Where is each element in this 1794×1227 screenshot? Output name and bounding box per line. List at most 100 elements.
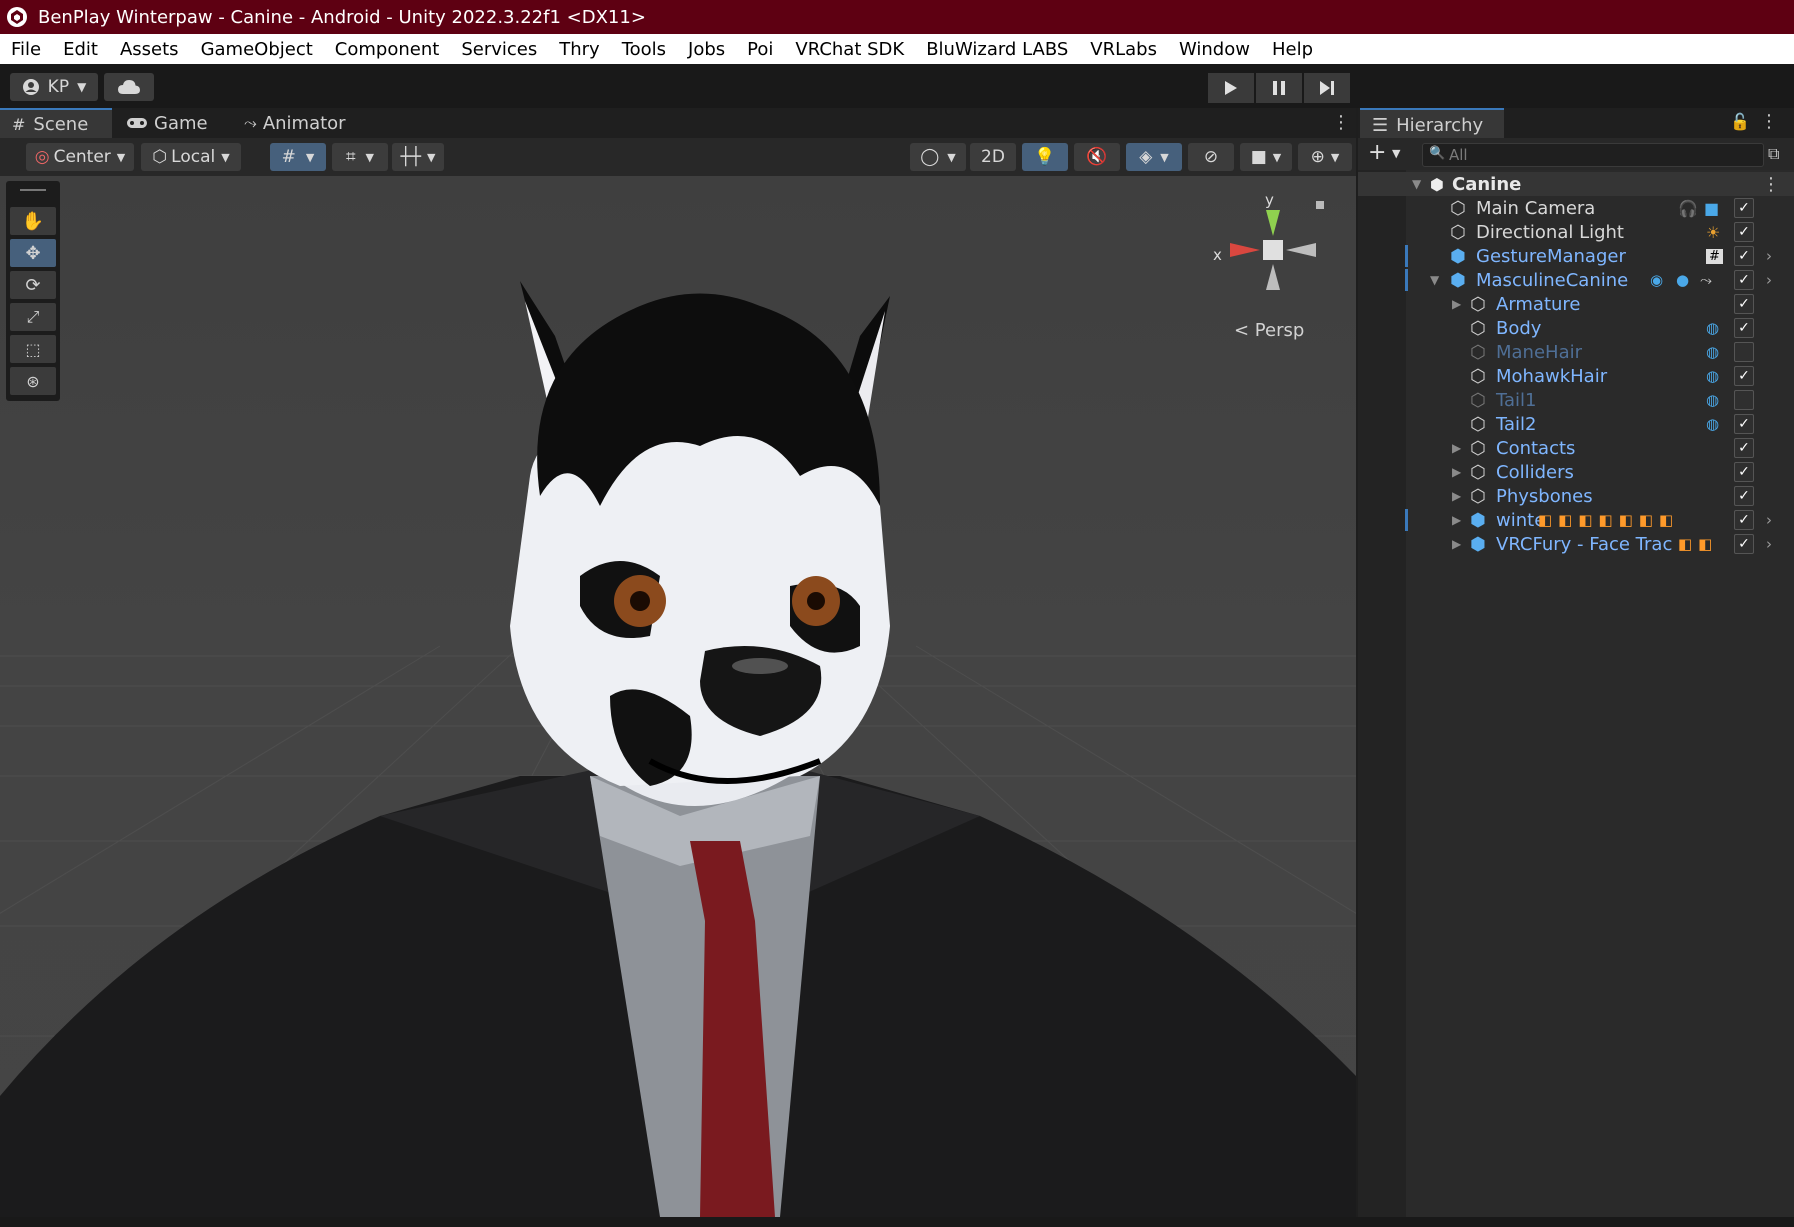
- hierarchy-item-body[interactable]: ⬡ Body ◍ ✓: [1358, 316, 1794, 340]
- ruler-button[interactable]: ┼┼ ▼: [392, 143, 444, 171]
- menu-services[interactable]: Services: [450, 39, 548, 60]
- grid-snap-toggle[interactable]: # ▼: [270, 143, 326, 171]
- active-checkbox[interactable]: ✓: [1734, 366, 1754, 386]
- chevron-right-icon[interactable]: ›: [1766, 535, 1772, 553]
- neg-y-axis-cone[interactable]: [1266, 264, 1280, 290]
- y-axis-cone[interactable]: [1266, 210, 1280, 236]
- step-button[interactable]: [1304, 73, 1350, 103]
- chevron-right-icon[interactable]: ›: [1766, 247, 1772, 265]
- hierarchy-item-tail2[interactable]: ⬡ Tail2 ◍ ✓: [1358, 412, 1794, 436]
- scene-row[interactable]: ▼ ⬢ Canine ⋮: [1358, 172, 1794, 196]
- tab-scene[interactable]: # Scene: [0, 108, 112, 138]
- menu-jobs[interactable]: Jobs: [677, 39, 736, 60]
- space-dropdown[interactable]: ⬡ Local ▼: [141, 143, 241, 171]
- hierarchy-item-contacts[interactable]: ▶ ⬡ Contacts ✓: [1358, 436, 1794, 460]
- neg-x-axis-cone[interactable]: [1286, 243, 1316, 257]
- 2d-toggle[interactable]: 2D: [970, 143, 1016, 171]
- menu-vrchat-sdk[interactable]: VRChat SDK: [784, 39, 915, 60]
- active-checkbox[interactable]: ✓: [1734, 438, 1754, 458]
- cloud-button[interactable]: [104, 73, 154, 101]
- more-options-icon[interactable]: ⋮: [1332, 112, 1350, 133]
- tab-hierarchy[interactable]: ☰ Hierarchy: [1360, 108, 1504, 140]
- visibility-toggle[interactable]: ⊘: [1188, 143, 1234, 171]
- menu-gameobject[interactable]: GameObject: [190, 39, 324, 60]
- hierarchy-item-mohawkhair[interactable]: ⬡ MohawkHair ◍ ✓: [1358, 364, 1794, 388]
- tab-game[interactable]: Game: [126, 108, 226, 138]
- effects-toggle[interactable]: ◈ ▼: [1126, 143, 1182, 171]
- shading-mode-dropdown[interactable]: ◯ ▼: [910, 143, 966, 171]
- menu-component[interactable]: Component: [324, 39, 451, 60]
- hierarchy-item-winterpaw[interactable]: ▶ ⬢ winte ◧◧◧◧◧◧◧ ✓ ›: [1358, 508, 1794, 532]
- active-checkbox[interactable]: ✓: [1734, 198, 1754, 218]
- tab-animator[interactable]: ⤳ Animator: [244, 108, 374, 138]
- menu-file[interactable]: File: [0, 39, 52, 60]
- expand-triangle-icon[interactable]: ▶: [1452, 465, 1461, 479]
- menu-poi[interactable]: Poi: [736, 39, 784, 60]
- active-checkbox[interactable]: ✓: [1734, 222, 1754, 242]
- hierarchy-item-physbones[interactable]: ▶ ⬡ Physbones ✓: [1358, 484, 1794, 508]
- active-checkbox[interactable]: ✓: [1734, 318, 1754, 338]
- expand-triangle-icon[interactable]: ▶: [1452, 537, 1461, 551]
- menu-tools[interactable]: Tools: [611, 39, 677, 60]
- search-input[interactable]: 🔍 All: [1422, 143, 1764, 167]
- scene-viewport[interactable]: y x < Persp: [0, 176, 1356, 1217]
- gizmos-dropdown[interactable]: ⊕ ▼: [1298, 143, 1352, 171]
- camera-settings-dropdown[interactable]: ■ ▼: [1240, 143, 1292, 171]
- chevron-down-icon[interactable]: ▼: [1392, 147, 1400, 160]
- active-checkbox[interactable]: [1734, 390, 1754, 410]
- active-checkbox[interactable]: ✓: [1734, 462, 1754, 482]
- menu-help[interactable]: Help: [1261, 39, 1324, 60]
- expand-triangle-icon[interactable]: ▶: [1452, 297, 1461, 311]
- move-tool[interactable]: ✥: [10, 239, 56, 267]
- hierarchy-item-main-camera[interactable]: ⬡ Main Camera 🎧 ■ ✓: [1358, 196, 1794, 220]
- menu-edit[interactable]: Edit: [52, 39, 109, 60]
- hierarchy-item-tail1[interactable]: ⬡ Tail1 ◍: [1358, 388, 1794, 412]
- orientation-gizmo[interactable]: [1200, 190, 1340, 340]
- menu-vrlabs[interactable]: VRLabs: [1079, 39, 1168, 60]
- search-options-icon[interactable]: ⧉: [1768, 144, 1779, 164]
- active-checkbox[interactable]: ✓: [1734, 294, 1754, 314]
- drag-handle[interactable]: [20, 189, 46, 191]
- active-checkbox[interactable]: ✓: [1734, 510, 1754, 530]
- scale-tool[interactable]: ⤢: [10, 303, 56, 331]
- active-checkbox[interactable]: ✓: [1734, 414, 1754, 434]
- projection-label[interactable]: < Persp: [1234, 320, 1304, 341]
- chevron-right-icon[interactable]: ›: [1766, 511, 1772, 529]
- menu-bluwizard-labs[interactable]: BluWizard LABS: [915, 39, 1079, 60]
- hierarchy-item-directional-light[interactable]: ⬡ Directional Light ☀ ✓: [1358, 220, 1794, 244]
- active-checkbox[interactable]: ✓: [1734, 534, 1754, 554]
- hierarchy-item-gesturemanager[interactable]: ⬢ GestureManager # ✓ ›: [1358, 244, 1794, 268]
- lock-icon[interactable]: [1316, 201, 1324, 209]
- active-checkbox[interactable]: ✓: [1734, 486, 1754, 506]
- play-button[interactable]: [1208, 73, 1254, 103]
- audio-toggle[interactable]: 🔇: [1074, 143, 1120, 171]
- add-icon[interactable]: +: [1368, 140, 1386, 165]
- hierarchy-item-manehair[interactable]: ⬡ ManeHair ◍: [1358, 340, 1794, 364]
- lock-icon[interactable]: 🔓: [1730, 112, 1750, 131]
- pause-button[interactable]: [1256, 73, 1302, 103]
- expand-triangle-icon[interactable]: ▶: [1452, 513, 1461, 527]
- expand-triangle-icon[interactable]: ▶: [1452, 441, 1461, 455]
- active-checkbox[interactable]: ✓: [1734, 246, 1754, 266]
- active-checkbox[interactable]: ✓: [1734, 270, 1754, 290]
- menu-window[interactable]: Window: [1168, 39, 1261, 60]
- transform-tool[interactable]: ⊛: [10, 367, 56, 395]
- chevron-right-icon[interactable]: ›: [1766, 271, 1772, 289]
- lighting-toggle[interactable]: 💡: [1022, 143, 1068, 171]
- more-options-icon[interactable]: ⋮: [1760, 111, 1778, 132]
- snap-increment-button[interactable]: ⌗ ▼: [332, 143, 388, 171]
- hierarchy-item-colliders[interactable]: ▶ ⬡ Colliders ✓: [1358, 460, 1794, 484]
- menu-thry[interactable]: Thry: [548, 39, 610, 60]
- x-axis-cone[interactable]: [1230, 243, 1260, 257]
- rect-tool[interactable]: ⬚: [10, 335, 56, 363]
- expand-triangle-icon[interactable]: ▶: [1452, 489, 1461, 503]
- rotate-tool[interactable]: ⟳: [10, 271, 56, 299]
- menu-assets[interactable]: Assets: [109, 39, 190, 60]
- more-options-icon[interactable]: ⋮: [1762, 174, 1780, 195]
- hierarchy-item-vrcfury-face-tracking[interactable]: ▶ ⬢ VRCFury - Face Trac ◧◧ ✓ ›: [1358, 532, 1794, 556]
- active-checkbox[interactable]: [1734, 342, 1754, 362]
- center-cube[interactable]: [1263, 240, 1283, 260]
- hierarchy-item-masculinecanine[interactable]: ▼ ⬢ MasculineCanine ◉ ● ⤳ ✓ ›: [1358, 268, 1794, 292]
- expand-triangle-icon[interactable]: ▼: [1430, 273, 1439, 287]
- hierarchy-item-armature[interactable]: ▶ ⬡ Armature ✓: [1358, 292, 1794, 316]
